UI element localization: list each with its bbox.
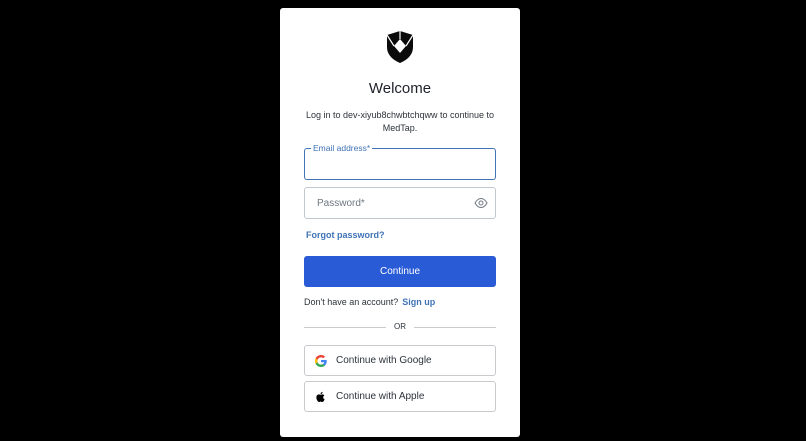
continue-with-apple-button[interactable]: Continue with Apple <box>304 381 496 412</box>
google-button-label: Continue with Google <box>336 355 432 366</box>
email-field[interactable]: Email address* <box>304 142 496 180</box>
apple-icon <box>316 391 325 402</box>
login-card: Welcome Log in to dev-xiyub8chwbtchqww t… <box>280 8 520 437</box>
email-input[interactable] <box>305 149 495 179</box>
eye-icon[interactable] <box>474 197 488 209</box>
continue-button[interactable]: Continue <box>304 256 496 287</box>
or-divider: OR <box>304 321 496 333</box>
apple-button-label: Continue with Apple <box>336 391 425 402</box>
forgot-password-link[interactable]: Forgot password? <box>306 230 385 240</box>
signup-row: Don't have an account? Sign up <box>304 297 435 307</box>
no-account-text: Don't have an account? <box>304 297 399 307</box>
google-icon <box>315 355 327 367</box>
divider-line-right <box>414 327 496 328</box>
login-subtitle: Log in to dev-xiyub8chwbtchqww to contin… <box>305 110 495 133</box>
password-field[interactable] <box>304 187 496 219</box>
password-input[interactable] <box>305 188 495 218</box>
shield-logo-icon <box>386 31 414 63</box>
signup-link[interactable]: Sign up <box>402 297 435 307</box>
page-title: Welcome <box>368 80 432 97</box>
continue-with-google-button[interactable]: Continue with Google <box>304 345 496 376</box>
